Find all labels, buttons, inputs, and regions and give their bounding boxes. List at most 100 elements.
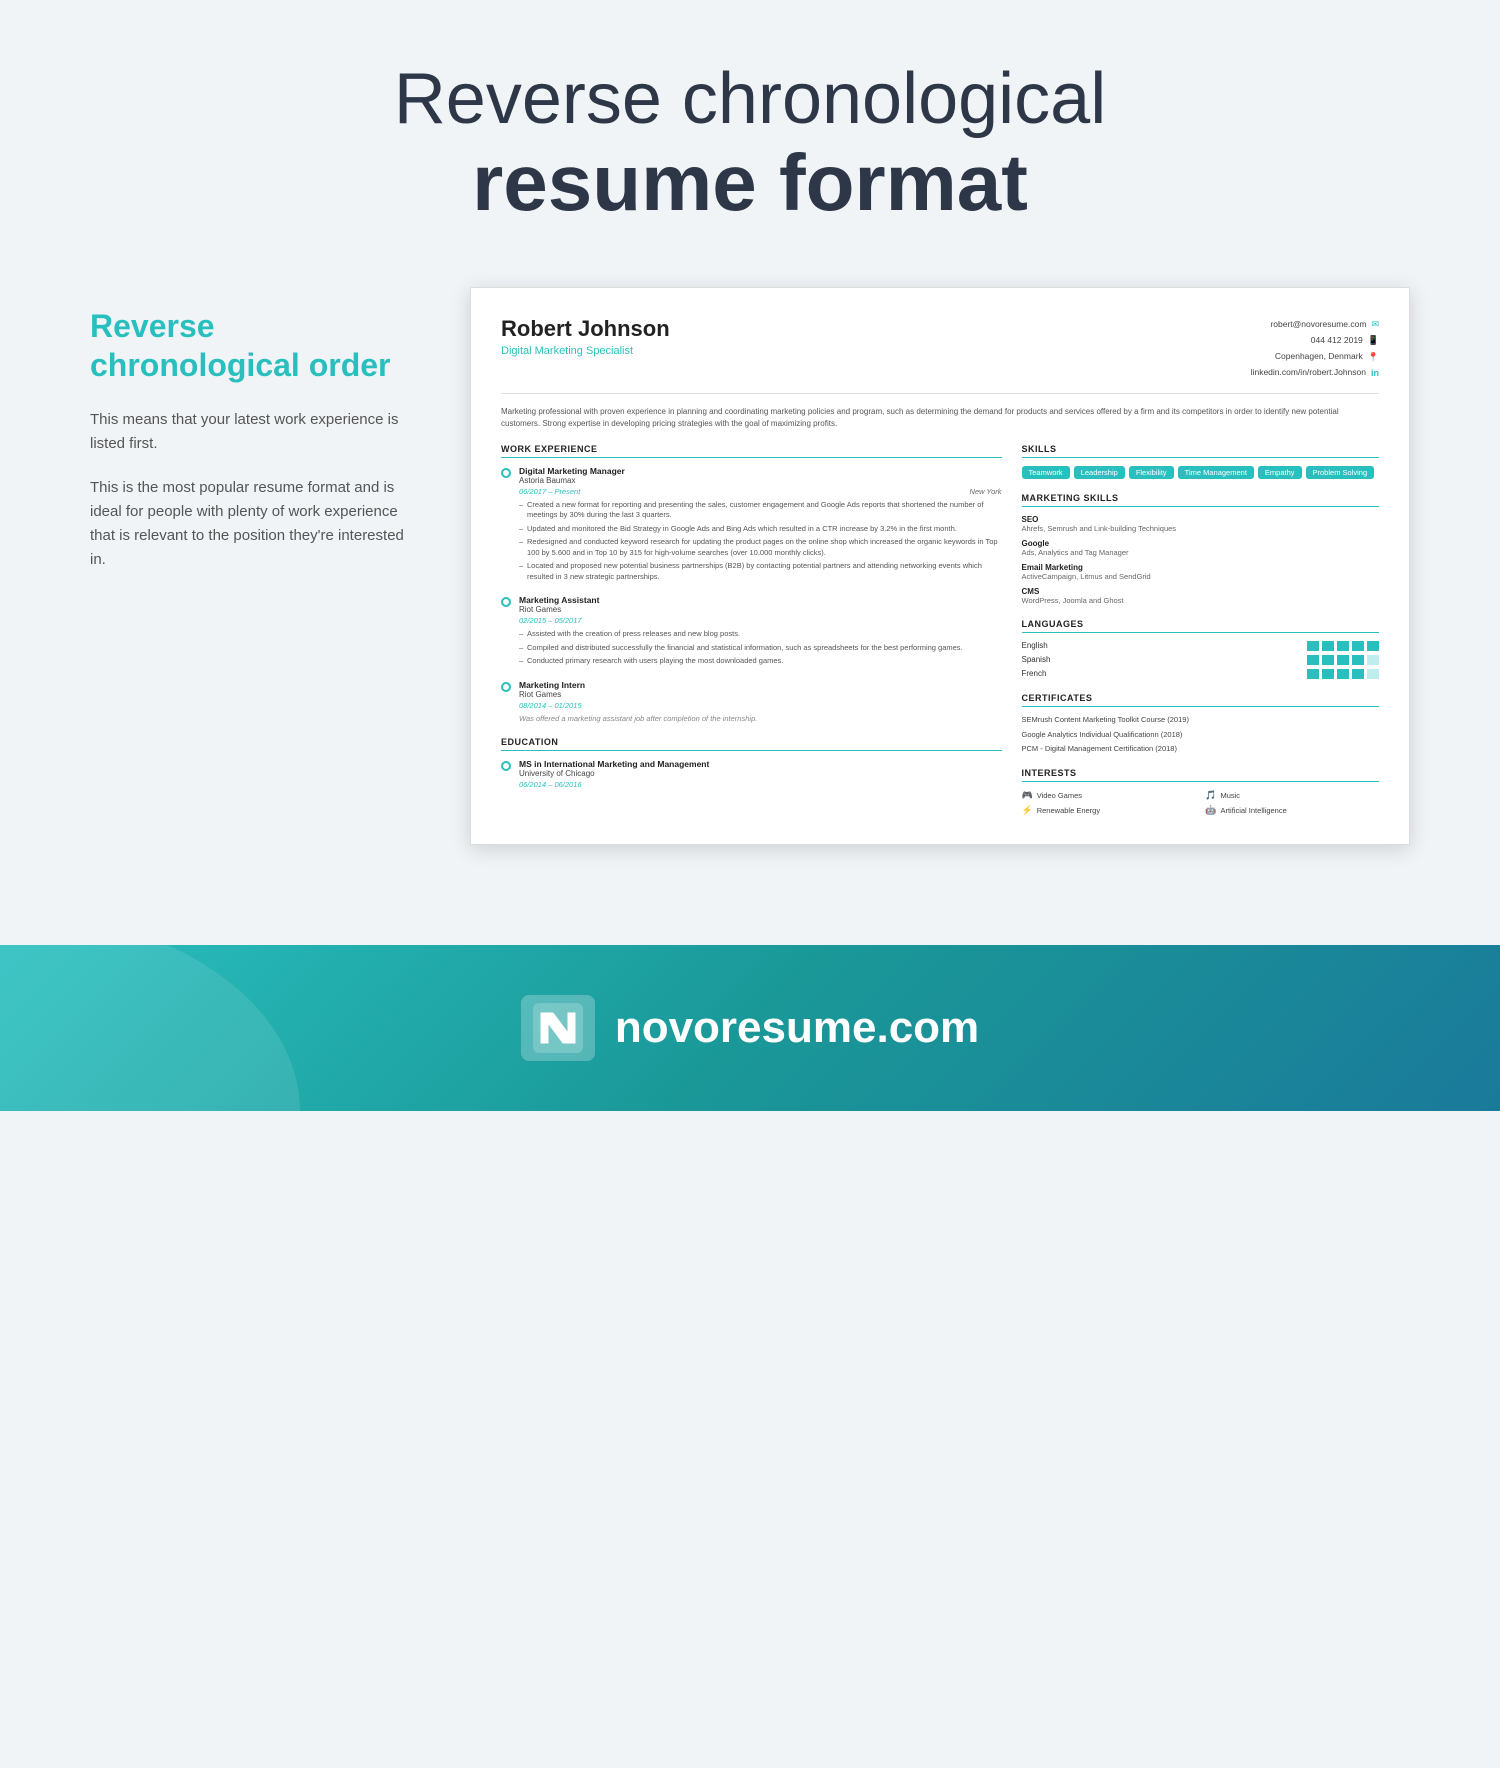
bar-2 [1322, 641, 1334, 651]
contact-email-text: robert@novoresume.com [1270, 317, 1366, 332]
skill-problem-solving: Problem Solving [1306, 466, 1375, 479]
resume-name: Robert Johnson [501, 316, 670, 342]
skill-flexibility: Flexibility [1129, 466, 1174, 479]
interest-ai-label: Artificial Intelligence [1220, 806, 1286, 815]
bullet-1-3: Redesigned and conducted keyword researc… [519, 537, 1002, 558]
resume-header: Robert Johnson Digital Marketing Special… [501, 316, 1379, 394]
interest-renewable-energy: ⚡ Renewable Energy [1022, 805, 1196, 816]
work-item-3: Marketing Intern Riot Games 08/2014 – 01… [501, 680, 1002, 723]
work-dot-1 [501, 468, 511, 478]
language-english-bars [1307, 641, 1379, 651]
work-experience-section-title: WORK EXPERIENCE [501, 444, 1002, 458]
left-description-1: This means that your latest work experie… [90, 408, 410, 456]
job-title-2: Marketing Assistant [519, 595, 1002, 605]
music-icon: 🎵 [1205, 790, 1216, 801]
bar-3 [1337, 669, 1349, 679]
bar-4 [1352, 641, 1364, 651]
date-row-1: 06/2017 – Present New York [519, 487, 1002, 496]
language-spanish-label: Spanish [1022, 655, 1072, 664]
marketing-skill-cms: CMS WordPress, Joomla and Ghost [1022, 587, 1380, 605]
degree-1: MS in International Marketing and Manage… [519, 759, 1002, 769]
bullet-1-2: Updated and monitored the Bid Strategy i… [519, 524, 1002, 535]
contact-phone: 044 412 2019 📱 [1251, 332, 1379, 348]
email-icon: ✉ [1371, 316, 1379, 332]
resume-card: Robert Johnson Digital Marketing Special… [470, 287, 1410, 845]
bar-1 [1307, 669, 1319, 679]
cert-1: SEMrush Content Marketing Toolkit Course… [1022, 715, 1380, 725]
date-1: 06/2017 – Present [519, 487, 580, 496]
bullet-2-3: Conducted primary research with users pl… [519, 656, 1002, 667]
job-title-1: Digital Marketing Manager [519, 466, 1002, 476]
phone-icon: 📱 [1368, 332, 1379, 348]
resume-body: WORK EXPERIENCE Digital Marketing Manage… [501, 444, 1379, 816]
work-content-2: Marketing Assistant Riot Games 02/2015 –… [519, 595, 1002, 670]
interest-video-games-label: Video Games [1037, 791, 1082, 800]
company-3: Riot Games [519, 690, 1002, 699]
work-item-1: Digital Marketing Manager Astoria Baumax… [501, 466, 1002, 586]
language-french-label: French [1022, 669, 1072, 678]
date-row-3: 08/2014 – 01/2015 [519, 701, 1002, 710]
language-french-bars [1307, 669, 1379, 679]
language-spanish: Spanish [1022, 655, 1380, 665]
left-description-2: This is the most popular resume format a… [90, 476, 410, 572]
edu-content-1: MS in International Marketing and Manage… [519, 759, 1002, 793]
company-2: Riot Games [519, 605, 1002, 614]
interest-music-label: Music [1220, 791, 1240, 800]
bullet-2-2: Compiled and distributed successfully th… [519, 643, 1002, 654]
bar-3 [1337, 641, 1349, 651]
bar-1 [1307, 655, 1319, 665]
logo-svg [533, 1003, 583, 1053]
ai-icon: 🤖 [1205, 805, 1216, 816]
resume-left-column: WORK EXPERIENCE Digital Marketing Manage… [501, 444, 1002, 816]
skill-empathy: Empathy [1258, 466, 1302, 479]
date-2: 02/2015 – 05/2017 [519, 616, 582, 625]
marketing-skill-google: Google Ads, Analytics and Tag Manager [1022, 539, 1380, 557]
marketing-skill-seo: SEO Ahrefs, Semrush and Link-building Te… [1022, 515, 1380, 533]
bullet-1-4: Located and proposed new potential busin… [519, 561, 1002, 582]
language-spanish-bars [1307, 655, 1379, 665]
edu-date-1: 06/2014 – 06/2016 [519, 780, 582, 789]
contact-location: Copenhagen, Denmark 📍 [1251, 349, 1379, 365]
footer-brand: novoresume.com [615, 1003, 979, 1053]
bar-5 [1367, 641, 1379, 651]
work-dot-3 [501, 682, 511, 692]
bar-5 [1367, 655, 1379, 665]
bar-1 [1307, 641, 1319, 651]
work-note-3: Was offered a marketing assistant job af… [519, 714, 1002, 723]
video-games-icon: 🎮 [1022, 790, 1033, 801]
page-header: Reverse chronological resume format [0, 0, 1500, 267]
contact-linkedin-text: linkedin.com/in/robert.Johnson [1251, 365, 1366, 380]
work-item-2: Marketing Assistant Riot Games 02/2015 –… [501, 595, 1002, 670]
interests-section-title: INTERESTS [1022, 768, 1380, 782]
novoresume-logo [521, 995, 595, 1061]
bar-4 [1352, 655, 1364, 665]
edu-dot-1 [501, 761, 511, 771]
bar-2 [1322, 655, 1334, 665]
interest-video-games: 🎮 Video Games [1022, 790, 1196, 801]
skills-tags: Teamwork Leadership Flexibility Time Man… [1022, 466, 1380, 479]
location-1: New York [970, 487, 1002, 496]
contact-phone-text: 044 412 2019 [1311, 333, 1363, 348]
footer-decoration [0, 945, 300, 1111]
linkedin-icon: in [1371, 365, 1379, 381]
bar-5 [1367, 669, 1379, 679]
job-title-3: Marketing Intern [519, 680, 1002, 690]
contact-email: robert@novoresume.com ✉ [1251, 316, 1379, 332]
interests-grid: 🎮 Video Games 🎵 Music ⚡ Renewable Energy… [1022, 790, 1380, 816]
marketing-skills-section-title: MARKETING SKILLS [1022, 493, 1380, 507]
resume-right-column: SKILLS Teamwork Leadership Flexibility T… [1022, 444, 1380, 816]
certificates-section-title: CERTIFICATES [1022, 693, 1380, 707]
cert-3: PCM - Digital Management Certification (… [1022, 744, 1380, 754]
resume-contact: robert@novoresume.com ✉ 044 412 2019 📱 C… [1251, 316, 1379, 381]
language-english-label: English [1022, 641, 1072, 650]
edu-item-1: MS in International Marketing and Manage… [501, 759, 1002, 793]
work-content-3: Marketing Intern Riot Games 08/2014 – 01… [519, 680, 1002, 723]
resume-job-title: Digital Marketing Specialist [501, 345, 670, 357]
footer: novoresume.com [0, 945, 1500, 1111]
bar-2 [1322, 669, 1334, 679]
left-panel: Reverse chronological order This means t… [90, 287, 410, 592]
language-french: French [1022, 669, 1380, 679]
bullet-2-1: Assisted with the creation of press rele… [519, 629, 1002, 640]
header-title-bold: resume format [20, 139, 1480, 227]
interest-music: 🎵 Music [1205, 790, 1379, 801]
